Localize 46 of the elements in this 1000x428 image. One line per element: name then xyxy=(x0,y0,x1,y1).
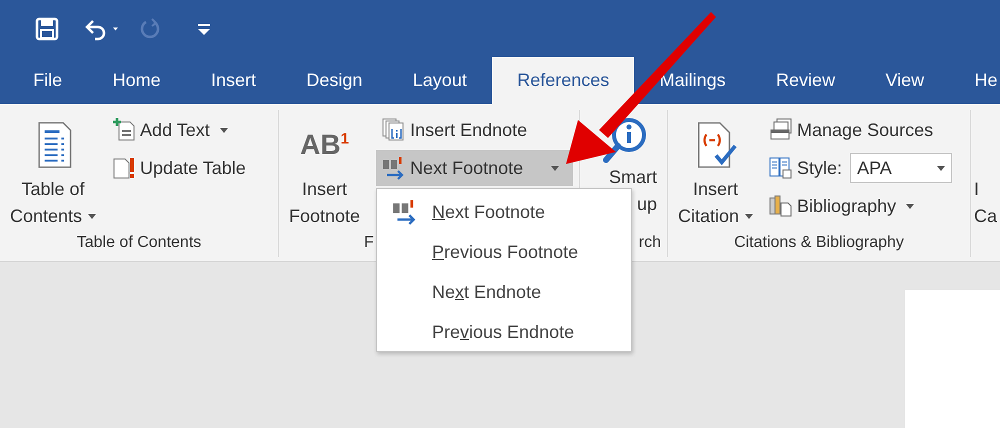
ribbon-tab[interactable]: Home xyxy=(87,57,186,104)
caret-icon xyxy=(551,166,560,170)
ribbon-button[interactable]: AB$^{1}$ Insert Footnote xyxy=(285,110,364,231)
style-label: Style: xyxy=(797,158,842,178)
ribbon-button[interactable]: Bibliography xyxy=(763,188,958,224)
ribbon-tab[interactable]: He xyxy=(949,57,998,104)
next-footnote-icon xyxy=(382,156,406,180)
ribbon-tab[interactable]: View xyxy=(860,57,950,104)
ribbon-button[interactable]: Next Footnote xyxy=(376,150,574,186)
endnote-icon xyxy=(382,118,406,142)
caret-icon xyxy=(937,166,946,170)
ribbon-button[interactable]: Manage Sources xyxy=(763,112,958,148)
group-label: rch xyxy=(638,233,661,253)
group-label: F xyxy=(364,233,374,253)
style-dropdown[interactable]: APA xyxy=(850,153,952,183)
bibliography-icon xyxy=(769,194,794,218)
ribbon-tab[interactable]: File xyxy=(8,57,88,104)
caret-icon xyxy=(906,204,914,208)
ribbon-button[interactable]: Table of Contents xyxy=(6,110,100,231)
ribbon-button[interactable]: I Ca xyxy=(971,110,998,257)
menu-item[interactable]: Previous Footnote xyxy=(432,242,578,262)
ribbon-button[interactable]: Insert Endnote xyxy=(376,112,574,148)
ribbon-tab[interactable]: Mailings xyxy=(634,57,751,104)
ribbon-tab[interactable]: Review xyxy=(750,57,860,104)
group-label: Citations & Bibliography xyxy=(734,233,904,253)
footnote-icon: AB$^{1}$ xyxy=(300,129,349,161)
ribbon-tab[interactable]: Design xyxy=(281,57,388,104)
stacked-documents-icon xyxy=(769,118,794,142)
ribbon-tab[interactable]: References xyxy=(492,57,634,104)
menu-item[interactable]: Previous Endnote xyxy=(432,322,574,342)
ribbon-tab[interactable]: Insert xyxy=(186,57,282,104)
caret-icon xyxy=(745,214,754,219)
style-icon xyxy=(769,156,794,180)
ribbon-button[interactable]: Insert Citation xyxy=(674,110,758,231)
ribbon-button[interactable]: Add Text xyxy=(106,112,252,148)
save-icon[interactable] xyxy=(35,16,59,40)
ribbon-tab[interactable]: Layout xyxy=(388,57,492,104)
update-table-icon xyxy=(112,156,136,180)
caret-icon xyxy=(220,128,228,132)
ribbon-button[interactable]: Update Table xyxy=(106,150,252,186)
menu-item[interactable]: Next Footnote xyxy=(432,202,546,222)
group-label: Table of Contents xyxy=(76,233,202,253)
next-footnote-icon xyxy=(392,199,418,225)
menu-item[interactable]: Next Endnote xyxy=(432,282,542,302)
add-text-icon xyxy=(112,118,136,142)
caret-icon xyxy=(88,214,96,219)
